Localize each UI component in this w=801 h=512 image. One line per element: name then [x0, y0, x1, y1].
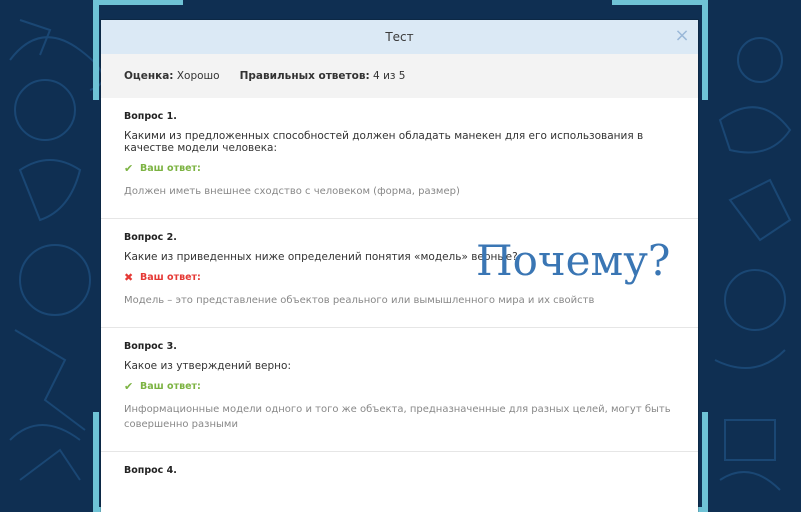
- corner-bracket-top-right: [702, 0, 708, 100]
- grade-summary: Оценка: Хорошо: [124, 70, 220, 82]
- corner-bracket-top-right-h: [612, 0, 708, 5]
- corner-bracket-top-left-h: [93, 0, 183, 5]
- grade-label: Оценка:: [124, 70, 174, 82]
- question-item: Вопрос 4.: [101, 452, 698, 476]
- question-text: Какими из предложенных способностей долж…: [124, 130, 644, 154]
- corner-bracket-bottom-right: [702, 412, 708, 512]
- grade-value: Хорошо: [176, 70, 220, 82]
- question-item: Вопрос 3. Какое из утверждений верно: ✔ …: [101, 328, 698, 452]
- corner-bracket-bottom-left: [93, 412, 99, 512]
- question-text: Какое из утверждений верно:: [124, 360, 292, 372]
- answer-text: Модель – это представление объектов реал…: [124, 295, 595, 306]
- answer-status: ✔ Ваш ответ:: [124, 162, 675, 175]
- answer-label: Ваш ответ:: [140, 381, 201, 392]
- correct-answers-summary: Правильных ответов: 4 из 5: [240, 70, 406, 82]
- answer-text: Информационные модели одного и того же о…: [124, 404, 671, 430]
- answer-status: ✔ Ваш ответ:: [124, 380, 675, 393]
- modal-title: Тест: [385, 30, 414, 44]
- modal-header: Тест ×: [101, 20, 698, 54]
- results-summary: Оценка: Хорошо Правильных ответов: 4 из …: [101, 54, 698, 98]
- answer-label: Ваш ответ:: [140, 272, 201, 283]
- check-icon: ✔: [124, 162, 134, 175]
- question-number: Вопрос 3.: [124, 341, 177, 352]
- answer-label: Ваш ответ:: [140, 163, 201, 174]
- close-icon[interactable]: ×: [674, 27, 690, 45]
- correct-answers-value: 4 из 5: [373, 70, 406, 82]
- correct-answers-label: Правильных ответов:: [239, 70, 370, 82]
- overlay-annotation: Почему?: [476, 236, 671, 285]
- answer-text: Должен иметь внешнее сходство с человеко…: [124, 186, 460, 197]
- cross-icon: ✖: [124, 271, 134, 284]
- corner-bracket-top-left: [93, 0, 99, 100]
- check-icon: ✔: [124, 380, 134, 393]
- question-number: Вопрос 1.: [124, 111, 177, 122]
- question-number: Вопрос 4.: [124, 465, 177, 476]
- question-item: Вопрос 1. Какими из предложенных способн…: [101, 98, 698, 219]
